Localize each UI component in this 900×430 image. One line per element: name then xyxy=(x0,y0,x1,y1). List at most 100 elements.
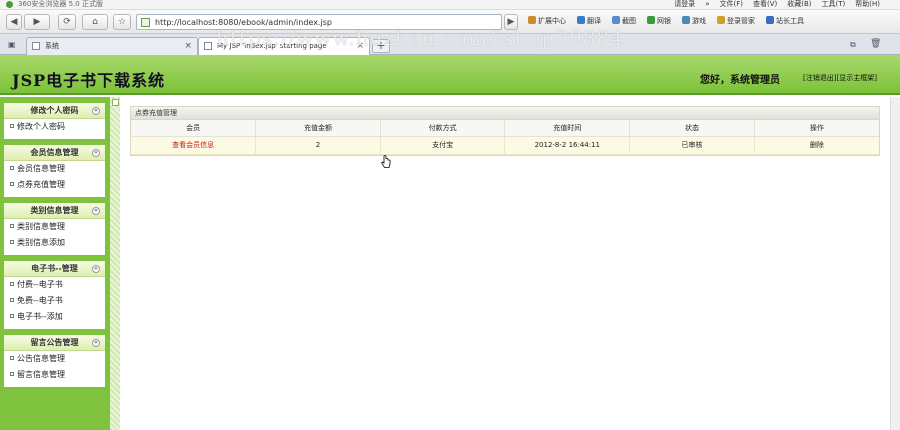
content-scrollbar[interactable] xyxy=(890,97,900,430)
collapse-icon[interactable]: « xyxy=(92,339,100,347)
tool-login-manager[interactable]: 登录管家 xyxy=(717,16,755,26)
payment-method-cell: 支付宝 xyxy=(380,136,506,155)
bullet-icon xyxy=(10,124,14,128)
trash-icon[interactable]: 🗑 xyxy=(870,39,881,49)
user-greeting: 您好，系统管理员 xyxy=(700,75,780,86)
bullet-icon xyxy=(10,224,14,228)
page-icon xyxy=(204,42,212,50)
tool-screenshot[interactable]: 截图 xyxy=(612,16,636,26)
close-icon[interactable]: × xyxy=(184,38,192,54)
status-cell: 已审核 xyxy=(629,136,755,155)
menu-head[interactable]: 电子书--管理 « xyxy=(4,261,105,277)
menu-group-categories: 类别信息管理 « 类别信息管理 类别信息添加 xyxy=(4,203,105,255)
col-amount: 充值金额 xyxy=(255,120,381,137)
menu-head[interactable]: 会员信息管理 « xyxy=(4,145,105,161)
menu-tools[interactable]: 工具(T) xyxy=(822,0,846,9)
menu-head[interactable]: 留言公告管理 « xyxy=(4,335,105,351)
delete-link[interactable]: 删除 xyxy=(754,136,879,155)
recharge-table: 会员 充值金额 付款方式 充值时间 状态 操作 查看会员信息 2 支付宝 201… xyxy=(131,120,879,155)
collapse-icon[interactable]: « xyxy=(92,207,100,215)
gamepad-icon xyxy=(682,16,690,24)
table-header-row: 会员 充值金额 付款方式 充值时间 状态 操作 xyxy=(131,120,879,137)
sidebar-item-member-info[interactable]: 会员信息管理 xyxy=(4,161,105,177)
menu-head[interactable]: 修改个人密码 « xyxy=(4,103,105,119)
home-button[interactable]: ⌂ xyxy=(82,14,108,30)
amount-cell: 2 xyxy=(255,136,381,155)
menu-file[interactable]: 文件(F) xyxy=(719,0,743,9)
restore-icon[interactable]: ⧉ xyxy=(850,40,856,50)
collapse-icon[interactable]: « xyxy=(92,265,100,273)
address-bar[interactable] xyxy=(136,14,502,30)
new-tab-button[interactable]: + xyxy=(372,39,390,53)
recharge-panel: 点券充值管理 会员 充值金额 付款方式 充值时间 状态 操作 查看会员信息 2 … xyxy=(130,106,880,156)
url-input[interactable] xyxy=(155,16,485,28)
table-row: 查看会员信息 2 支付宝 2012-8-2 16:44:11 已审核 删除 xyxy=(131,136,879,155)
sidebar-toggle-icon[interactable]: ▣ xyxy=(8,40,16,49)
back-button[interactable]: ◀ xyxy=(6,14,22,30)
refresh-icon: ⟳ xyxy=(63,17,71,27)
tab-index[interactable]: My JSP 'index.jsp' starting page × xyxy=(198,37,370,55)
header-links: [注销退出][显示主框架] xyxy=(803,73,877,83)
bullet-icon xyxy=(10,166,14,170)
menu-login[interactable]: 请登录 xyxy=(674,0,695,9)
bullet-icon xyxy=(10,372,14,376)
menu-more[interactable]: » xyxy=(705,0,709,9)
sidebar-item-category-manage[interactable]: 类别信息管理 xyxy=(4,219,105,235)
menu-head[interactable]: 类别信息管理 « xyxy=(4,203,105,219)
toolbar: 扩展中心 翻译 截图 网银 游戏 登录管家 站长工具 xyxy=(528,16,804,26)
collapse-icon[interactable]: « xyxy=(92,149,100,157)
sidebar-item-add-ebook[interactable]: 电子书--添加 xyxy=(4,309,105,325)
favorite-button[interactable]: ☆ xyxy=(113,14,131,30)
page-icon xyxy=(32,42,40,50)
page-icon xyxy=(141,18,150,27)
logout-link[interactable]: [注销退出] xyxy=(803,74,836,82)
app-header: JSP电子书下载系统 您好，系统管理员 [注销退出][显示主框架] xyxy=(0,55,900,95)
sidebar-item-recharge[interactable]: 点券充值管理 xyxy=(4,177,105,193)
sidebar-item-change-password[interactable]: 修改个人密码 xyxy=(4,119,105,135)
menu-help[interactable]: 帮助(H) xyxy=(855,0,880,9)
home-icon: ⌂ xyxy=(92,17,98,27)
bullet-icon xyxy=(10,298,14,302)
shield-icon xyxy=(647,16,655,24)
tool-games[interactable]: 游戏 xyxy=(682,16,706,26)
sidebar-item-category-add[interactable]: 类别信息添加 xyxy=(4,235,105,251)
tool-translate[interactable]: 翻译 xyxy=(577,16,601,26)
refresh-button[interactable]: ⟳ xyxy=(58,14,76,30)
menu-group-members: 会员信息管理 « 会员信息管理 点券充值管理 xyxy=(4,145,105,197)
sidebar-item-notices[interactable]: 公告信息管理 xyxy=(4,351,105,367)
arrow-left-icon: ◀ xyxy=(10,17,18,27)
sidebar-item-free-ebooks[interactable]: 免费--电子书 xyxy=(4,293,105,309)
sidebar-item-paid-ebooks[interactable]: 付费--电子书 xyxy=(4,277,105,293)
menu-view[interactable]: 查看(V) xyxy=(753,0,777,9)
home-frame-link[interactable]: [显示主框架] xyxy=(836,74,876,82)
hand-cursor-icon xyxy=(381,155,391,168)
sidebar-item-messages[interactable]: 留言信息管理 xyxy=(4,367,105,383)
menu-group-messages: 留言公告管理 « 公告信息管理 留言信息管理 xyxy=(4,335,105,387)
wrench-icon xyxy=(766,16,774,24)
tool-webmaster[interactable]: 站长工具 xyxy=(766,16,804,26)
menu-favorites[interactable]: 收藏(B) xyxy=(787,0,811,9)
frame-splitter[interactable] xyxy=(110,97,120,430)
forward-button[interactable]: ▶ xyxy=(24,14,50,30)
bullet-icon xyxy=(10,314,14,318)
close-icon[interactable]: × xyxy=(356,38,364,54)
col-payment-method: 付款方式 xyxy=(380,120,506,137)
bullet-icon xyxy=(10,240,14,244)
col-status: 状态 xyxy=(629,120,755,137)
star-icon: ☆ xyxy=(117,17,127,27)
main-content: 点券充值管理 会员 充值金额 付款方式 充值时间 状态 操作 查看会员信息 2 … xyxy=(121,97,890,430)
tool-netbank[interactable]: 网银 xyxy=(647,16,671,26)
collapse-icon[interactable]: « xyxy=(92,107,100,115)
col-member: 会员 xyxy=(131,120,257,137)
arrow-right-icon: ▶ xyxy=(33,17,41,27)
tab-system[interactable]: 系统 × xyxy=(26,37,198,55)
recharge-time-cell: 2012-8-2 16:44:11 xyxy=(504,136,631,155)
splitter-handle-icon[interactable] xyxy=(112,99,119,106)
browser-navbar: ◀ ▶ ⟳ ⌂ ☆ ▶ 扩展中心 翻译 截图 网银 游戏 登录管家 站长工具 xyxy=(0,10,900,34)
view-member-link[interactable]: 查看会员信息 xyxy=(131,136,257,155)
go-button[interactable]: ▶ xyxy=(504,14,518,30)
tool-extensions[interactable]: 扩展中心 xyxy=(528,16,566,26)
bullet-icon xyxy=(10,356,14,360)
bullet-icon xyxy=(10,182,14,186)
puzzle-icon xyxy=(528,16,536,24)
